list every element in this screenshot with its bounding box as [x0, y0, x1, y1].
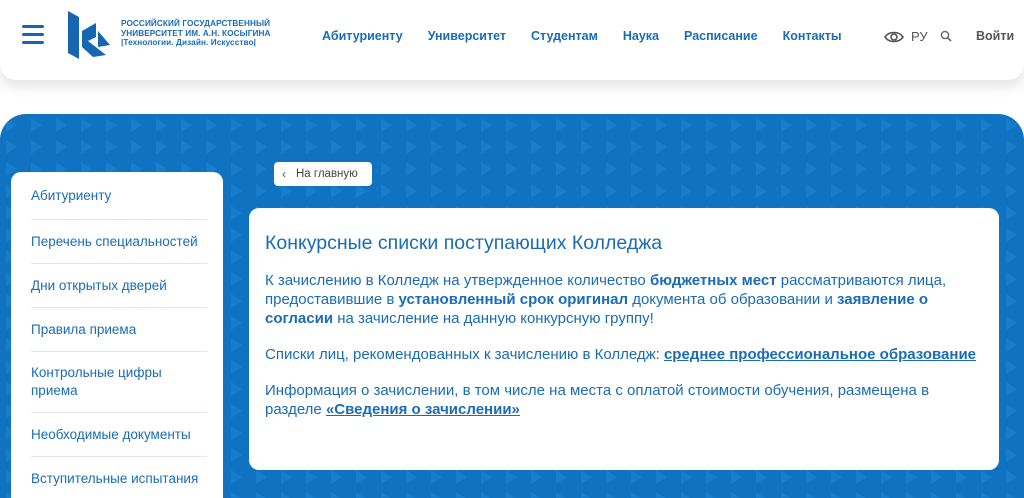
sidebar-item-applicants[interactable]: Абитуриенту — [31, 172, 207, 220]
back-to-home-button[interactable]: ‹ На главную — [274, 162, 372, 186]
text-segment: Списки лиц, рекомендованных к зачислению… — [265, 346, 664, 363]
enrollment-info-text: Информация о зачислении, в том числе на … — [265, 381, 983, 419]
university-name[interactable]: РОССИЙСКИЙ ГОСУДАРСТВЕННЫЙ УНИВЕРСИТЕТ И… — [121, 19, 271, 48]
sidebar-item-admission-quotas[interactable]: Контрольные цифры приема — [31, 352, 207, 413]
logo-line-3: |Технологии. Дизайн. Искусство| — [121, 38, 256, 48]
nav-university[interactable]: Университет — [428, 29, 506, 43]
sidebar-item-admission-rules[interactable]: Правила приема — [31, 308, 207, 352]
text-bold: установленный срок оригинал — [398, 291, 629, 308]
sidebar-item-entrance-exams[interactable]: Вступительные испытания — [31, 457, 207, 498]
eye-icon[interactable] — [884, 30, 904, 44]
recommended-lists-text: Списки лиц, рекомендованных к зачислению… — [265, 345, 983, 364]
content-card: Конкурсные списки поступающих Колледжа К… — [249, 208, 999, 470]
text-segment: на зачисление на данную конкурсную групп… — [333, 310, 654, 327]
language-switch[interactable]: РУ — [911, 29, 928, 44]
nav-schedule[interactable]: Расписание — [684, 29, 758, 43]
site-header: РОССИЙСКИЙ ГОСУДАРСТВЕННЫЙ УНИВЕРСИТЕТ И… — [0, 0, 1024, 80]
login-button[interactable]: Войти — [976, 29, 1014, 43]
nav-contacts[interactable]: Контакты — [783, 29, 842, 43]
sidebar-menu: Абитуриенту Перечень специальностей Дни … — [11, 172, 223, 498]
sidebar-item-required-documents[interactable]: Необходимые документы — [31, 413, 207, 457]
search-icon[interactable] — [940, 30, 952, 42]
text-bold: бюджетных мест — [649, 272, 777, 289]
enrollment-info-link[interactable]: «Сведения о зачислении» — [326, 401, 520, 418]
nav-applicants[interactable]: Абитуриенту — [322, 29, 403, 43]
menu-icon[interactable] — [22, 25, 44, 45]
chevron-left-icon: ‹ — [282, 167, 286, 181]
back-label: На главную — [296, 168, 358, 180]
text-segment: К зачислению в Колледж на утвержденное к… — [265, 272, 650, 289]
secondary-education-link[interactable]: среднее профессиональное образование — [664, 346, 976, 363]
main-nav: Абитуриенту Университет Студентам Наука … — [322, 29, 867, 43]
sidebar-item-specialties[interactable]: Перечень специальностей — [31, 220, 207, 264]
text-segment: документа об образовании и — [628, 291, 838, 308]
university-logo[interactable] — [68, 11, 110, 59]
enrollment-conditions-text: К зачислению в Колледж на утвержденное к… — [265, 271, 983, 328]
nav-science[interactable]: Наука — [623, 29, 659, 43]
sidebar-item-open-days[interactable]: Дни открытых дверей — [31, 264, 207, 308]
logo-line-2: УНИВЕРСИТЕТ ИМ. А.Н. КОСЫГИНА — [121, 28, 271, 38]
page-title: Конкурсные списки поступающих Колледжа — [265, 232, 663, 254]
logo-line-1: РОССИЙСКИЙ ГОСУДАРСТВЕННЫЙ — [121, 19, 271, 28]
nav-students[interactable]: Студентам — [531, 29, 598, 43]
